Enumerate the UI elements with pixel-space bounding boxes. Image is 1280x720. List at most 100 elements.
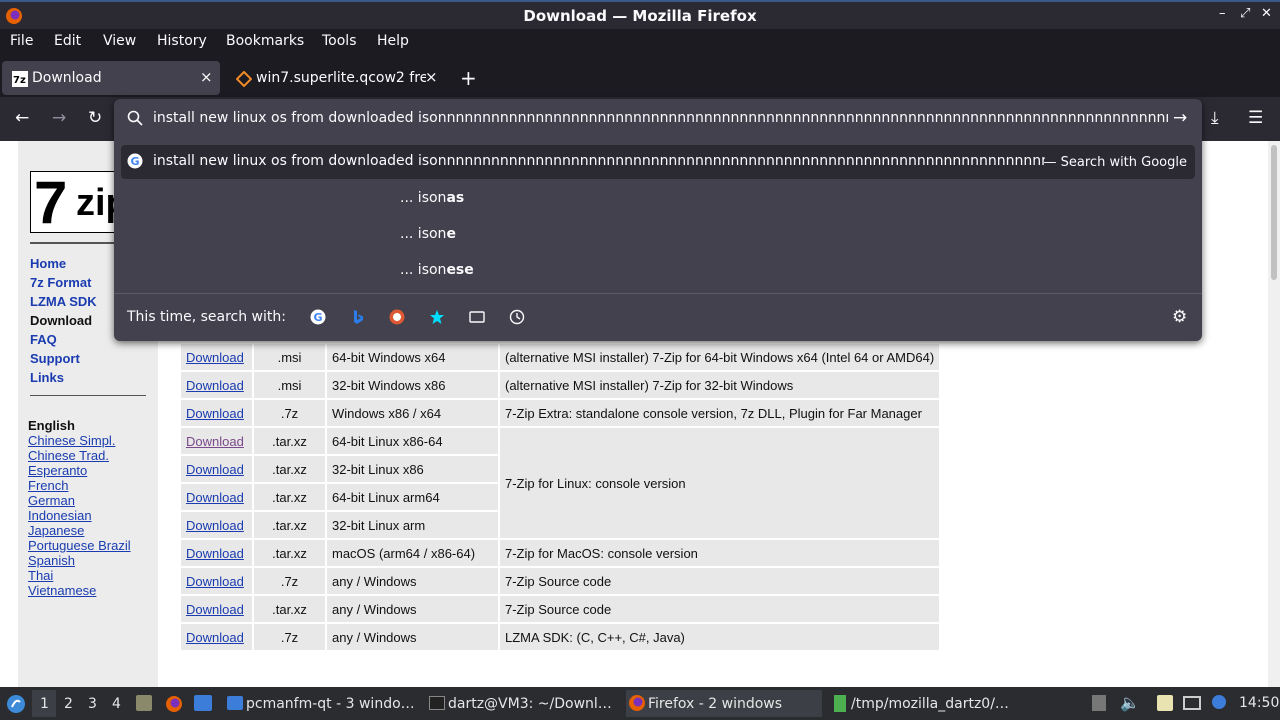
download-link[interactable]: Download [186,350,244,365]
svg-text:G: G [131,155,140,168]
new-tab-button[interactable]: + [460,66,477,90]
page-scrollbar[interactable] [1268,141,1280,687]
ext-cell: .msi [254,372,325,398]
download-link[interactable]: Download [186,490,244,505]
tail-prefix: ... ison [400,262,447,278]
ext-cell: .msi [254,344,325,370]
download-link[interactable]: Download [186,574,244,589]
download-link[interactable]: Download [186,546,244,561]
lang-link[interactable]: German [28,493,75,508]
lang-link[interactable]: Esperanto [28,463,87,478]
menu-help[interactable]: Help [377,33,409,49]
desc-cell: LZMA SDK: (C, C++, C#, Java) [500,624,940,650]
download-link[interactable]: Download [186,462,244,477]
desc-cell: (alternative MSI installer) 7-Zip for 32… [500,372,940,398]
svg-text:G: G [314,311,323,324]
go-arrow-icon[interactable]: → [1173,108,1187,128]
app-menu-icon[interactable] [6,694,26,714]
bluetooth-icon[interactable] [1212,695,1226,709]
menu-edit[interactable]: Edit [54,33,81,49]
lang-link[interactable]: Chinese Simpl. [28,433,115,448]
menu-history[interactable]: History [157,33,207,49]
tab-close-icon[interactable]: × [200,68,213,86]
task-pcmanfm[interactable]: pcmanfm-qt - 3 windo… [224,690,420,717]
download-link[interactable]: Download [186,378,244,393]
tabs-icon[interactable] [469,309,485,325]
menu-view[interactable]: View [103,33,136,49]
reload-icon[interactable]: ↻ [88,108,102,128]
task-terminal[interactable]: dartz@VM3: ~/Downl… [426,690,622,717]
close-window-button[interactable]: ✕ [1261,6,1272,21]
platform-cell: 32-bit Linux x86 [327,456,498,482]
scrollbar-thumb[interactable] [1271,145,1277,280]
lang-link[interactable]: Spanish [28,553,75,568]
nav-links[interactable]: Links [30,370,64,385]
tail-suggestion[interactable]: ... isonese [400,262,474,278]
lang-link[interactable]: Indonesian [28,508,92,523]
lang-link[interactable]: French [28,478,68,493]
firefox-icon [629,695,645,711]
lang-link[interactable]: Thai [28,568,53,583]
menu-file[interactable]: File [10,33,33,49]
divider [30,395,146,396]
lang-link[interactable]: Chinese Trad. [28,448,109,463]
tail-suggestion[interactable]: ... isone [400,226,456,242]
menubar: File Edit View History Bookmarks Tools H… [0,29,1280,57]
tray-clipboard-icon[interactable] [1092,695,1106,711]
workspace-1[interactable]: 1 [32,690,56,717]
history-clock-icon[interactable] [509,309,525,325]
folder-icon [227,696,243,710]
download-link[interactable]: Download [186,630,244,645]
file-manager-launcher-icon[interactable] [136,695,152,711]
tab-download[interactable]: 7z Download × [2,61,220,95]
lang-link[interactable]: Japanese [28,523,84,538]
tray-notes-icon[interactable] [1157,695,1173,711]
firefox-launcher-icon[interactable] [165,695,183,713]
hamburger-menu-icon[interactable]: ☰ [1248,108,1263,128]
workspace-2[interactable]: 2 [64,696,73,712]
download-link[interactable]: Download [186,434,244,449]
task-firefox[interactable]: Firefox - 2 windows [626,690,822,717]
window-titlebar: Download — Mozilla Firefox – ⤢ ✕ [0,0,1280,29]
back-arrow-icon[interactable]: ← [15,108,29,128]
search-with-label: This time, search with: [127,309,286,325]
workspace-4[interactable]: 4 [112,696,121,712]
nav-lzma-sdk[interactable]: LZMA SDK [30,294,97,309]
nav-7z-format[interactable]: 7z Format [30,275,91,290]
volume-icon[interactable]: 🔈 [1120,693,1140,712]
menu-tools[interactable]: Tools [322,33,357,49]
lang-link[interactable]: Portuguese Brazil [28,538,131,553]
workspace-3[interactable]: 3 [88,696,97,712]
table-row: Download .msi 64-bit Windows x64 (alternati… [181,344,940,370]
desktop-icon[interactable] [194,695,212,711]
google-icon[interactable]: G [310,309,326,325]
tab-win7[interactable]: win7.superlite.qcow2 free × [226,61,448,95]
maximize-button[interactable]: ⤢ [1240,6,1250,21]
duckduckgo-icon[interactable] [389,309,405,325]
tail-suggestion[interactable]: ... isonas [400,190,464,206]
table-row: Download .7z any / Windows 7-Zip Source cod… [181,568,940,594]
url-input[interactable]: install new linux os from downloaded iso… [114,99,1202,139]
nav-faq[interactable]: FAQ [30,332,57,347]
menu-bookmarks[interactable]: Bookmarks [226,33,304,49]
download-link[interactable]: Download [186,406,244,421]
tail-completion: ese [446,262,474,278]
tab-label: Download [32,70,102,86]
bing-icon[interactable] [350,309,366,325]
task-label: dartz@VM3: ~/Downl… [448,696,612,712]
tray-display-icon[interactable] [1183,696,1201,710]
minimize-button[interactable]: – [1219,6,1226,21]
download-link[interactable]: Download [186,518,244,533]
downloads-icon[interactable]: ⤓ [1211,108,1219,128]
lang-link[interactable]: Vietnamese [28,583,96,598]
settings-gear-icon[interactable]: ⚙ [1172,307,1187,327]
bookmarks-star-icon[interactable] [429,309,445,325]
download-link[interactable]: Download [186,602,244,617]
nav-home[interactable]: Home [30,256,66,271]
forward-arrow-icon[interactable]: → [52,108,66,128]
task-archive[interactable]: /tmp/mozilla_dartz0/… [829,690,1025,717]
tab-close-icon[interactable]: × [425,68,438,86]
suggestion-search-google[interactable]: G install new linux os from downloaded i… [121,145,1195,179]
nav-support[interactable]: Support [30,351,80,366]
google-icon: G [127,153,143,169]
